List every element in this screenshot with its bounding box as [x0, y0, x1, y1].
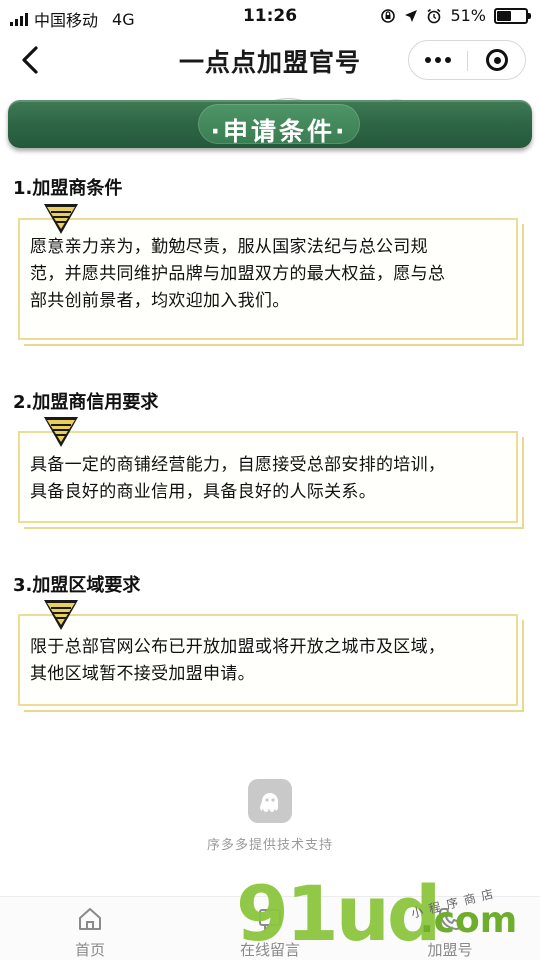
more-dots-icon [425, 57, 431, 63]
battery-percent: 51% [450, 6, 486, 25]
section-heading-1: 1.加盟商条件 [13, 178, 123, 199]
more-button[interactable] [409, 41, 467, 79]
section-heading-2: 2.加盟商信用要求 [13, 392, 159, 413]
home-icon [79, 908, 101, 930]
section-text-3: 限于总部官网公布已开放加盟或将开放之城市及区域， 其他区域暂不接受加盟申请。 [30, 634, 506, 688]
section-3-line-2: 其他区域暂不接受加盟申请。 [30, 664, 255, 684]
nav-bar: 一点点加盟官号 [0, 34, 540, 86]
close-miniprogram-button[interactable] [468, 41, 526, 79]
ribbon-tag-icon [44, 600, 78, 630]
section-heading-3: 3.加盟区域要求 [13, 575, 141, 596]
status-bar: 中国移动 4G 11:26 51% [0, 0, 540, 34]
section-1-line-1: 愿意亲力亲为，勤勉尽责，服从国家法纪与总公司规 [30, 237, 428, 257]
section-text-1: 愿意亲力亲为，勤勉尽责，服从国家法纪与总公司规 范，并愿共同维护品牌与加盟双方的… [30, 234, 506, 315]
tab-home-label: 首页 [74, 941, 105, 959]
tab-home[interactable]: 首页 [0, 897, 180, 960]
section-1-line-2: 范，并愿共同维护品牌与加盟双方的最大权益，愿与总 [30, 264, 446, 284]
ribbon-tag-icon [44, 204, 78, 234]
watermark-logo: 91ud [236, 869, 441, 958]
banner-pill: ·申请条件· [198, 104, 360, 146]
support-text[interactable]: 序多多提供技术支持 [0, 834, 540, 853]
section-banner: ·申请条件· [8, 100, 532, 148]
close-circle-icon [486, 49, 508, 71]
section-2-line-1: 具备一定的商铺经营能力，自愿接受总部安排的培训， [30, 455, 446, 475]
alarm-icon [427, 8, 441, 23]
section-1-line-3: 部共创前景者，均欢迎加入我们。 [30, 291, 290, 311]
location-icon [405, 9, 418, 22]
miniprogram-capsule [408, 40, 526, 80]
section-3-line-1: 限于总部官网公布已开放加盟或将开放之城市及区域， [30, 637, 446, 657]
rotation-lock-icon [381, 8, 396, 23]
section-2-line-2: 具备良好的商业信用，具备良好的人际关系。 [30, 482, 376, 502]
octopus-logo-icon [260, 793, 278, 812]
ribbon-tag-icon [44, 417, 78, 447]
battery-icon [494, 7, 531, 24]
banner-title: ·申请条件· [210, 117, 348, 146]
status-right: 51% [380, 6, 531, 25]
section-text-2: 具备一定的商铺经营能力，自愿接受总部安排的培训， 具备良好的商业信用，具备良好的… [30, 452, 506, 506]
support-logo [248, 779, 292, 823]
